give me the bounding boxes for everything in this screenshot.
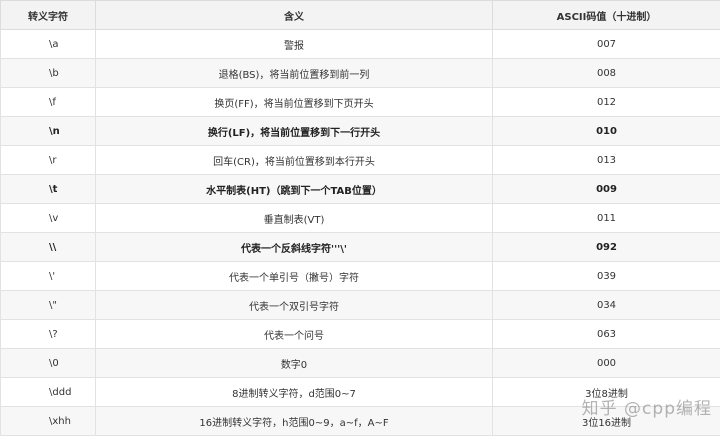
meaning-cell: 数字0	[95, 348, 493, 378]
escape-char-cell: \\	[0, 232, 96, 262]
meaning-cell: 代表一个双引号字符	[95, 290, 493, 320]
meaning-cell: 退格(BS)，将当前位置移到前一列	[95, 58, 493, 88]
table-row: \' 代表一个单引号（撇号）字符 039	[0, 261, 720, 291]
meaning-cell: 换行(LF)，将当前位置移到下一行开头	[95, 116, 493, 146]
table-row: \\ 代表一个反斜线字符'''\' 092	[0, 232, 720, 262]
ascii-value-cell: 013	[492, 145, 720, 175]
meaning-cell: 回车(CR)，将当前位置移到本行开头	[95, 145, 493, 175]
escape-char-cell: \t	[0, 174, 96, 204]
ascii-value-cell: 092	[492, 232, 720, 262]
ascii-value-cell: 009	[492, 174, 720, 204]
ascii-value-cell: 063	[492, 319, 720, 349]
header-meaning: 含义	[95, 0, 493, 30]
table-header-row: 转义字符 含义 ASCII码值（十进制）	[0, 0, 720, 30]
escape-char-cell: \?	[0, 319, 96, 349]
table-row: \" 代表一个双引号字符 034	[0, 290, 720, 320]
table-row: \0 数字0 000	[0, 348, 720, 378]
meaning-cell: 水平制表(HT)（跳到下一个TAB位置）	[95, 174, 493, 204]
meaning-cell: 警报	[95, 29, 493, 59]
escape-char-cell: \a	[0, 29, 96, 59]
escape-char-cell: \r	[0, 145, 96, 175]
table-row: \? 代表一个问号 063	[0, 319, 720, 349]
table-row: \a 警报 007	[0, 29, 720, 59]
table-row: \n 换行(LF)，将当前位置移到下一行开头 010	[0, 116, 720, 146]
header-ascii-value: ASCII码值（十进制）	[492, 0, 720, 30]
escape-char-cell: \f	[0, 87, 96, 117]
meaning-cell: 8进制转义字符，d范围0~7	[95, 377, 493, 407]
table-row: \f 换页(FF)，将当前位置移到下页开头 012	[0, 87, 720, 117]
ascii-value-cell: 000	[492, 348, 720, 378]
ascii-value-cell: 012	[492, 87, 720, 117]
escape-sequence-table: 转义字符 含义 ASCII码值（十进制） \a 警报 007 \b 退格(BS)，将当前…	[0, 0, 720, 436]
ascii-value-cell: 010	[492, 116, 720, 146]
escape-char-cell: \'	[0, 261, 96, 291]
table-row: \r 回车(CR)，将当前位置移到本行开头 013	[0, 145, 720, 175]
escape-char-cell: \b	[0, 58, 96, 88]
escape-char-cell: \ddd	[0, 377, 96, 407]
meaning-cell: 代表一个问号	[95, 319, 493, 349]
table-row: \b 退格(BS)，将当前位置移到前一列 008	[0, 58, 720, 88]
escape-char-cell: \v	[0, 203, 96, 233]
escape-char-cell: \n	[0, 116, 96, 146]
meaning-cell: 垂直制表(VT)	[95, 203, 493, 233]
ascii-value-cell: 008	[492, 58, 720, 88]
meaning-cell: 代表一个反斜线字符'''\'	[95, 232, 493, 262]
escape-char-cell: \0	[0, 348, 96, 378]
ascii-value-cell: 039	[492, 261, 720, 291]
escape-char-cell: \xhh	[0, 406, 96, 436]
escape-char-cell: \"	[0, 290, 96, 320]
table-row: \v 垂直制表(VT) 011	[0, 203, 720, 233]
ascii-value-cell: 034	[492, 290, 720, 320]
watermark: 知乎 @cpp编程	[581, 399, 712, 419]
meaning-cell: 16进制转义字符，h范围0~9，a~f，A~F	[95, 406, 493, 436]
meaning-cell: 换页(FF)，将当前位置移到下页开头	[95, 87, 493, 117]
ascii-value-cell: 007	[492, 29, 720, 59]
ascii-value-cell: 011	[492, 203, 720, 233]
table-row: \t 水平制表(HT)（跳到下一个TAB位置） 009	[0, 174, 720, 204]
header-escape-char: 转义字符	[0, 0, 96, 30]
meaning-cell: 代表一个单引号（撇号）字符	[95, 261, 493, 291]
